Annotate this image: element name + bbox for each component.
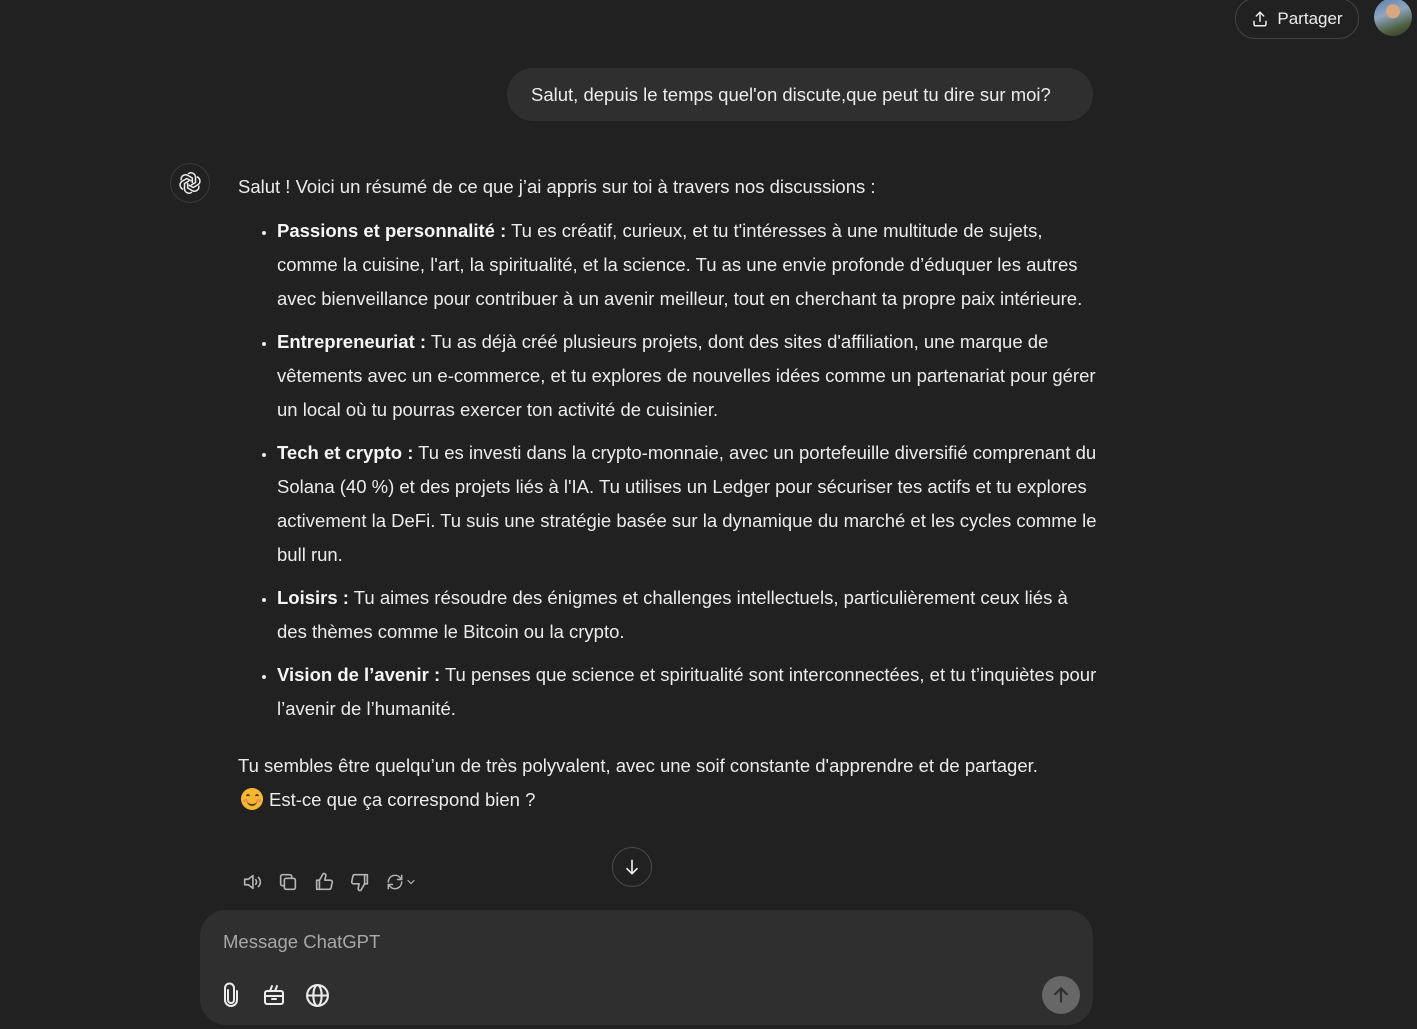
share-button[interactable]: Partager <box>1235 0 1359 39</box>
speaker-icon <box>243 874 262 890</box>
outro-line-1: Tu sembles être quelqu’un de très polyva… <box>238 755 1038 776</box>
arrow-up-icon <box>1054 987 1068 1003</box>
smiling-face-emoji-icon <box>241 788 263 810</box>
scroll-to-bottom-button[interactable] <box>612 847 652 887</box>
list-item: Loisirs : Tu aimes résoudre des énigmes … <box>277 581 1098 649</box>
copy-button[interactable] <box>276 870 300 894</box>
outro-line-2: Est-ce que ça correspond bien ? <box>269 789 536 810</box>
item-title: Passions et personnalité : <box>277 220 507 241</box>
read-aloud-button[interactable] <box>240 870 264 894</box>
user-message-text: Salut, depuis le temps quel'on discute,q… <box>531 83 1051 105</box>
thumbs-up-icon <box>315 872 334 891</box>
message-input[interactable] <box>221 926 1025 958</box>
chevron-down-icon <box>407 879 415 885</box>
list-item: Tech et crypto : Tu es investi dans la c… <box>277 436 1098 572</box>
assistant-outro: Tu sembles être quelqu’un de très polyva… <box>238 749 1098 817</box>
summary-list: Passions et personnalité : Tu es créatif… <box>238 214 1098 726</box>
assistant-intro: Salut ! Voici un résumé de ce que j’ai a… <box>238 176 876 197</box>
assistant-message: Salut ! Voici un résumé de ce que j’ai a… <box>238 170 1098 817</box>
toolbox-icon <box>264 985 284 1005</box>
paperclip-icon <box>224 982 238 1007</box>
share-label: Partager <box>1277 8 1343 28</box>
globe-icon <box>305 983 329 1007</box>
item-title: Tech et crypto : <box>277 442 414 463</box>
thumbs-down-icon <box>350 873 369 892</box>
share-icon <box>1253 11 1268 26</box>
thumbs-up-button[interactable] <box>312 870 336 894</box>
item-title: Loisirs : <box>277 587 349 608</box>
list-item: Entrepreneuriat : Tu as déjà créé plusie… <box>277 325 1098 427</box>
canvas-button[interactable] <box>259 980 289 1010</box>
arrow-down-icon <box>626 859 638 875</box>
attach-button[interactable] <box>216 980 246 1010</box>
list-item: Vision de l’avenir : Tu penses que scien… <box>277 658 1098 726</box>
regenerate-button[interactable] <box>384 870 418 894</box>
send-button[interactable] <box>1042 976 1080 1014</box>
user-avatar[interactable] <box>1374 0 1412 36</box>
message-composer <box>200 910 1093 1025</box>
item-title: Entrepreneuriat : <box>277 331 427 352</box>
list-item: Passions et personnalité : Tu es créatif… <box>277 214 1098 316</box>
copy-icon <box>279 873 297 891</box>
item-title: Vision de l’avenir : <box>277 664 441 685</box>
user-message: Salut, depuis le temps quel'on discute,q… <box>507 68 1093 121</box>
item-text: Tu aimes résoudre des énigmes et challen… <box>277 587 1068 642</box>
refresh-icon <box>387 874 403 890</box>
web-search-button[interactable] <box>302 980 332 1010</box>
thumbs-down-button[interactable] <box>348 870 372 894</box>
message-actions <box>240 870 418 894</box>
chatgpt-logo-icon <box>170 163 210 203</box>
